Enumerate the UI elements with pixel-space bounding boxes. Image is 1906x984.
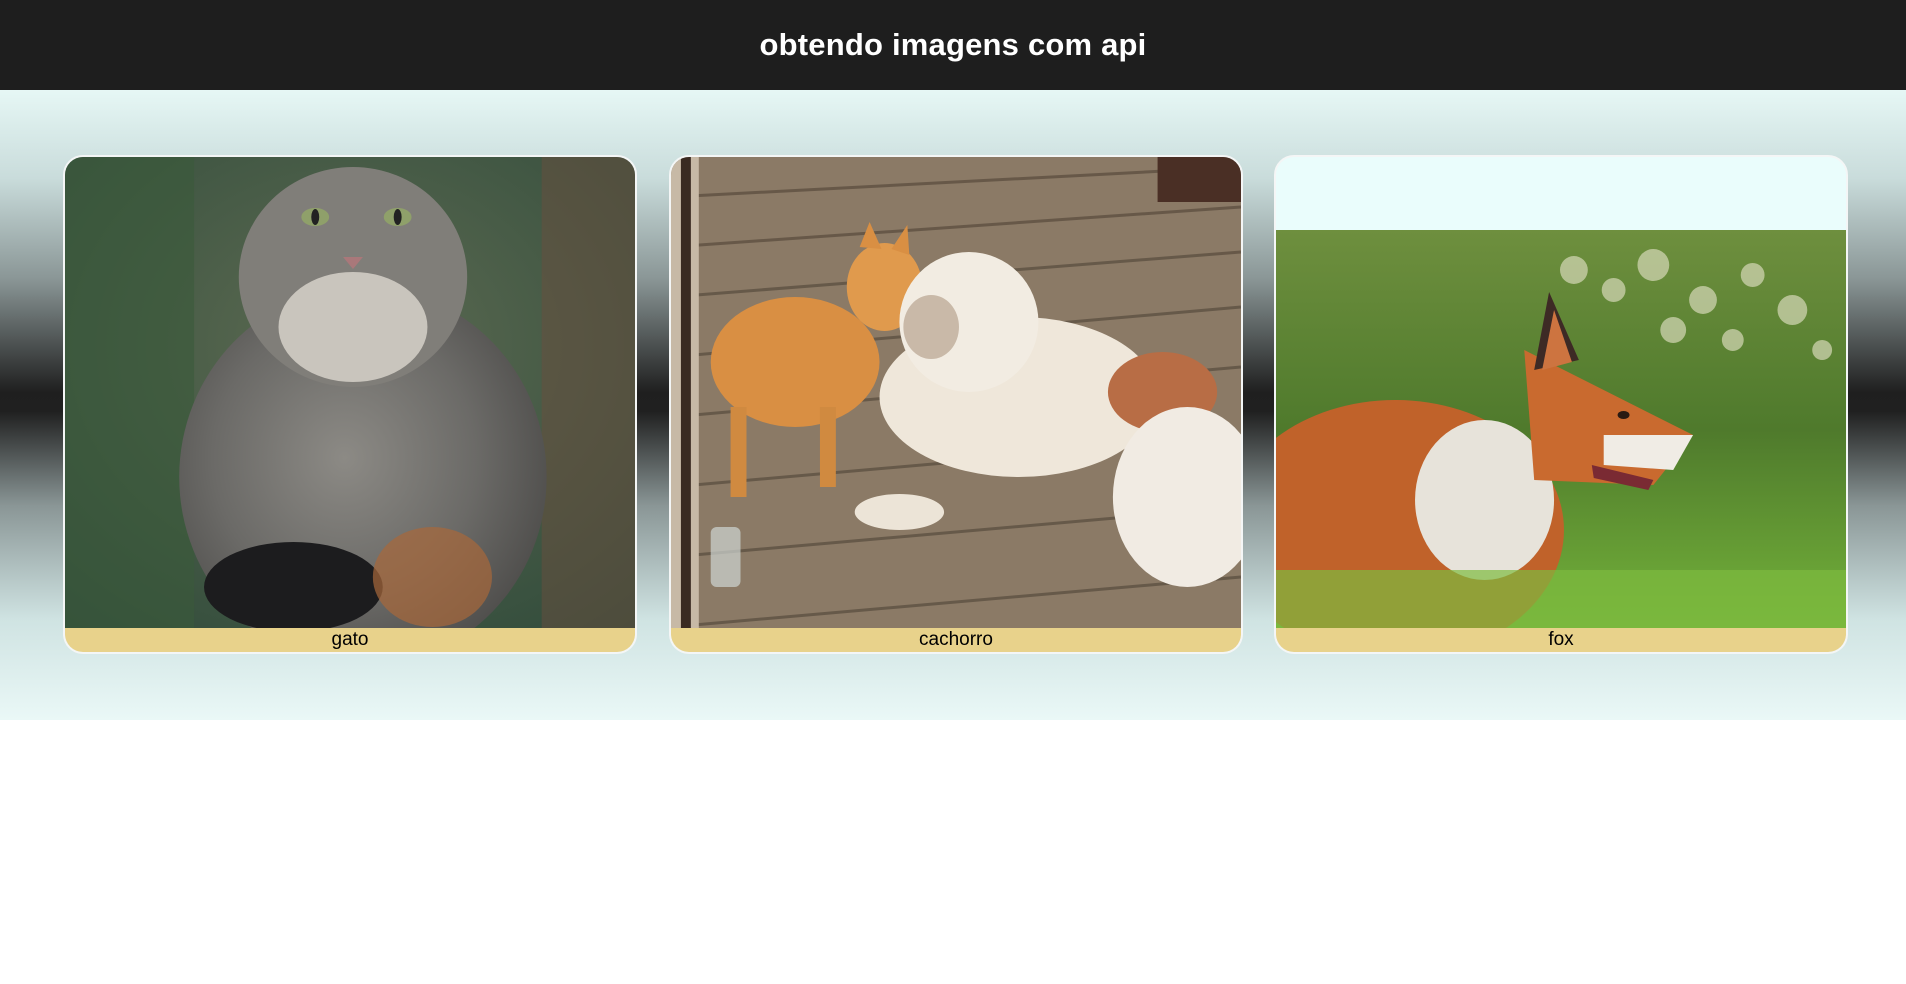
- cat-image: [65, 157, 635, 630]
- animal-card-fox: fox: [1274, 155, 1848, 654]
- card-caption: cachorro: [671, 628, 1241, 652]
- page-title: obtendo imagens com api: [759, 27, 1147, 62]
- animal-card-cachorro: cachorro: [669, 155, 1243, 654]
- card-caption: gato: [65, 628, 635, 652]
- card-caption: fox: [1276, 628, 1846, 652]
- fox-image: [1276, 230, 1846, 630]
- dog-image: [671, 157, 1241, 630]
- animal-card-gato: gato: [63, 155, 637, 654]
- page-header: obtendo imagens com api: [0, 0, 1906, 90]
